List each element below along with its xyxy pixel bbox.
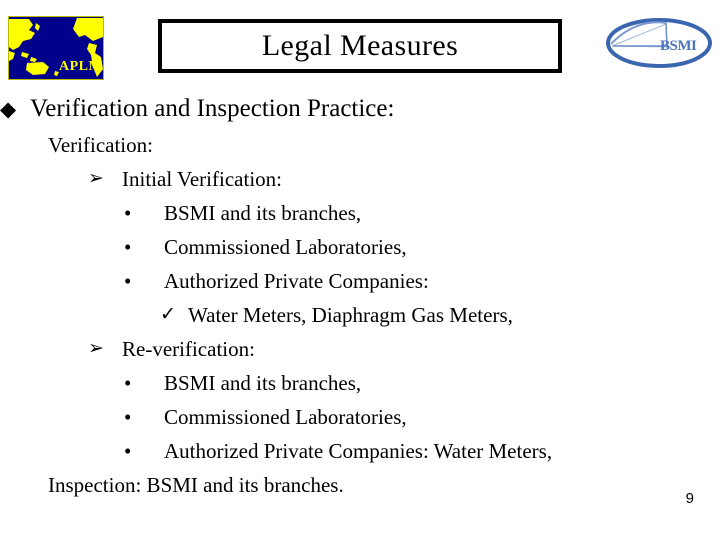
group-label: Initial Verification: xyxy=(122,167,282,191)
slide-body: ◆ Verification and Inspection Practice: … xyxy=(0,88,720,540)
page-title: Legal Measures xyxy=(261,29,459,62)
dot-bullet-icon: • xyxy=(124,235,132,259)
list-item: • Authorized Private Companies: xyxy=(0,264,720,298)
group-initial-verification: ➢ Initial Verification: xyxy=(0,162,720,196)
svg-text:APLMF: APLMF xyxy=(59,59,103,74)
dot-bullet-icon: • xyxy=(124,439,132,463)
list-item: • BSMI and its branches, xyxy=(0,366,720,400)
list-item-text: Commissioned Laboratories, xyxy=(164,235,407,259)
check-bullet-icon: ✓ xyxy=(160,304,176,325)
arrow-bullet-icon: ➢ xyxy=(88,168,104,189)
dot-bullet-icon: • xyxy=(124,201,132,225)
arrow-bullet-icon: ➢ xyxy=(88,338,104,359)
list-item-text: Commissioned Laboratories, xyxy=(164,405,407,429)
slide-title-box: Legal Measures xyxy=(158,19,562,73)
bsmi-logo: BSMI xyxy=(604,14,714,72)
list-item: • Authorized Private Companies: Water Me… xyxy=(0,434,720,468)
list-item-text: Authorized Private Companies: xyxy=(164,269,429,293)
main-bullet-line: ◆ Verification and Inspection Practice: xyxy=(0,90,720,128)
list-item-text: BSMI and its branches, xyxy=(164,201,362,225)
section-label-verification: Verification: xyxy=(48,133,153,157)
sub-list-item: ✓ Water Meters, Diaphragm Gas Meters, xyxy=(0,298,720,332)
page-number: 9 xyxy=(685,490,694,507)
dot-bullet-icon: • xyxy=(124,371,132,395)
main-bullet-text: Verification and Inspection Practice: xyxy=(30,95,395,122)
list-item-text: BSMI and its branches, xyxy=(164,371,362,395)
list-item: • BSMI and its branches, xyxy=(0,196,720,230)
group-re-verification: ➢ Re-verification: xyxy=(0,332,720,366)
aplmf-logo: APLMF xyxy=(8,16,104,80)
list-item: • Commissioned Laboratories, xyxy=(0,230,720,264)
list-item: • Commissioned Laboratories, xyxy=(0,400,720,434)
diamond-bullet-icon: ◆ xyxy=(0,97,17,121)
slide-header: APLMF Legal Measures BSMI xyxy=(0,0,720,88)
dot-bullet-icon: • xyxy=(124,269,132,293)
sub-list-item-text: Water Meters, Diaphragm Gas Meters, xyxy=(188,303,513,327)
svg-text:BSMI: BSMI xyxy=(660,38,697,54)
group-label: Re-verification: xyxy=(122,337,255,361)
dot-bullet-icon: • xyxy=(124,405,132,429)
closing-line: Inspection: BSMI and its branches. xyxy=(48,473,344,497)
list-item-text: Authorized Private Companies: Water Mete… xyxy=(164,439,553,463)
